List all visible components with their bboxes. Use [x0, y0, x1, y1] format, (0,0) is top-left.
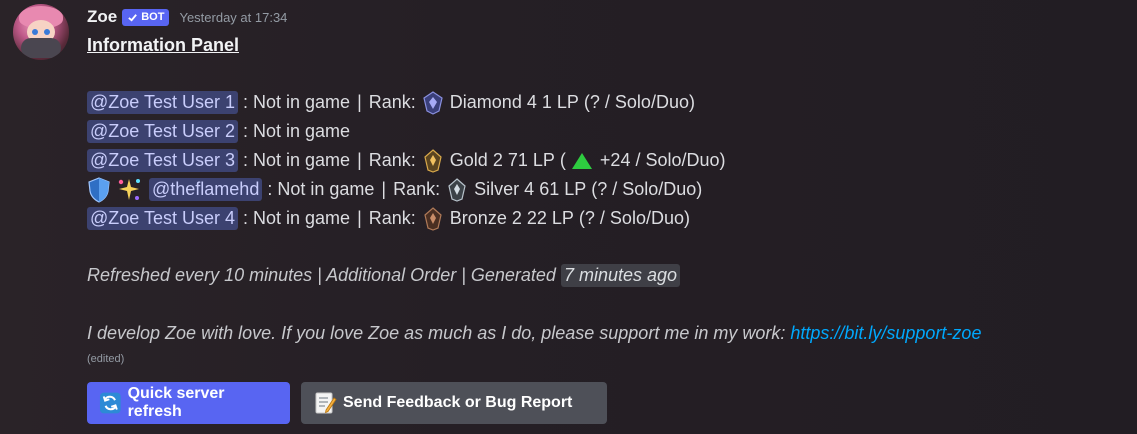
memo-icon: [315, 392, 337, 414]
silver-rank-icon: [448, 177, 466, 202]
message-header: Zoe BOT Yesterday at 17:34: [87, 6, 287, 28]
player-row: @Zoe Test User 4 : Not in game | Rank: B…: [87, 204, 1127, 233]
trend-up-icon: [571, 152, 592, 169]
bot-badge: BOT: [122, 8, 170, 26]
support-link[interactable]: https://bit.ly/support-zoe: [790, 323, 981, 344]
bot-avatar[interactable]: [13, 4, 69, 60]
author-name[interactable]: Zoe: [87, 7, 117, 27]
verified-check-icon: [128, 13, 138, 22]
refresh-info: Refreshed every 10 minutes | Additional …: [87, 261, 1127, 290]
action-buttons: Quick server refresh Send Feedback or Bu…: [87, 382, 607, 424]
generated-timestamp[interactable]: 7 minutes ago: [560, 264, 681, 287]
message-timestamp[interactable]: Yesterday at 17:34: [179, 10, 287, 25]
bronze-rank-icon: [424, 206, 442, 231]
player-row: @Zoe Test User 3 : Not in game | Rank: G…: [87, 146, 1127, 175]
panel-title: Information Panel: [87, 35, 240, 55]
refresh-icon: [99, 392, 121, 414]
sparkle-icon: [118, 178, 140, 200]
shield-icon: [88, 176, 110, 203]
send-feedback-button[interactable]: Send Feedback or Bug Report: [301, 382, 607, 424]
player-row: @Zoe Test User 1 : Not in game | Rank: D…: [87, 88, 1127, 117]
user-mention[interactable]: @Zoe Test User 4: [87, 207, 238, 230]
user-mention[interactable]: @Zoe Test User 1: [87, 91, 238, 114]
gold-rank-icon: [424, 148, 442, 173]
user-mention[interactable]: @theflamehd: [149, 178, 263, 201]
diamond-rank-icon: [423, 90, 443, 115]
player-row: @Zoe Test User 2 : Not in game: [87, 117, 1127, 146]
user-mention[interactable]: @Zoe Test User 3: [87, 149, 238, 172]
support-message: I develop Zoe with love. If you love Zoe…: [87, 323, 982, 344]
quick-refresh-button[interactable]: Quick server refresh: [87, 382, 290, 424]
player-row: @theflamehd : Not in game | Rank: Silver…: [87, 175, 1127, 204]
edited-label: (edited): [87, 353, 125, 365]
message-content: Information Panel @Zoe Test User 1 : Not…: [87, 33, 1127, 368]
user-mention[interactable]: @Zoe Test User 2: [87, 120, 238, 143]
